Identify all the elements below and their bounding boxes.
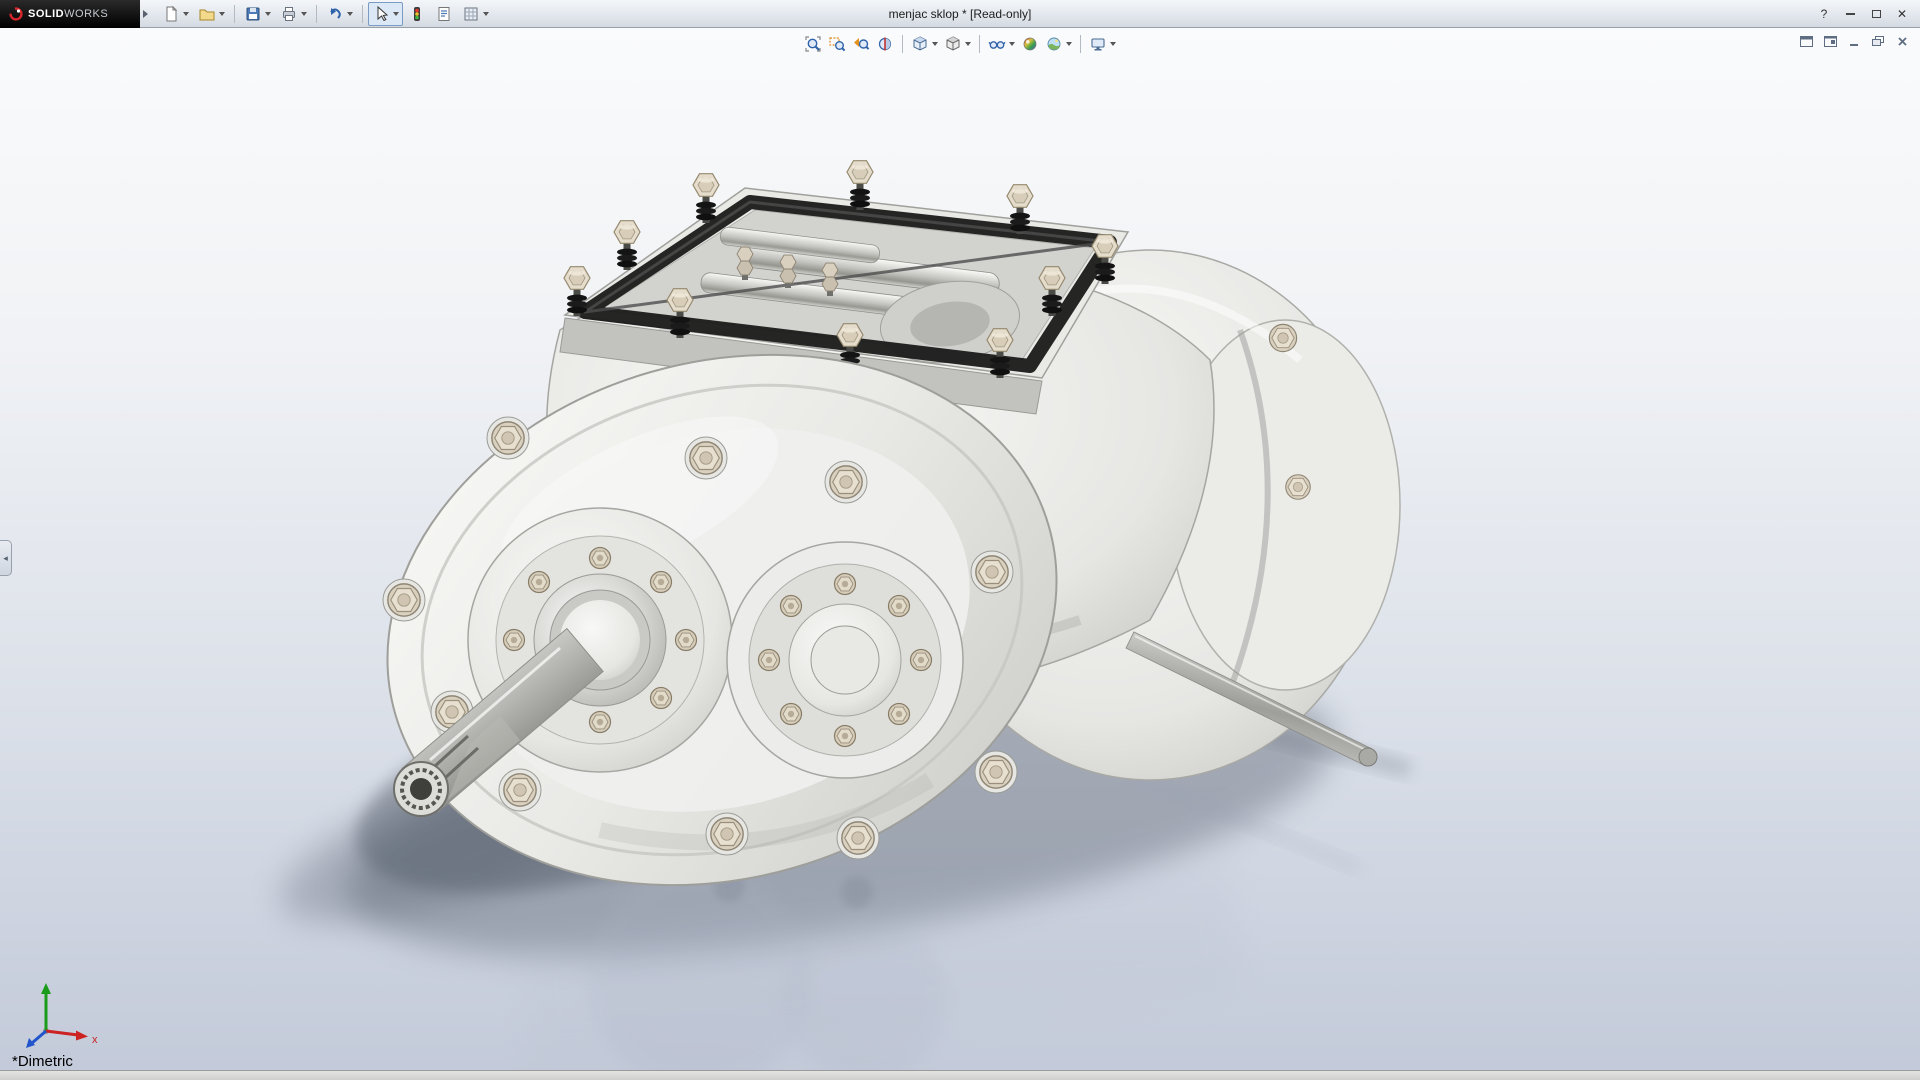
document-restore-icon (1872, 36, 1884, 47)
window-frame-button[interactable] (1796, 33, 1816, 49)
brand-text: SOLIDWORKS (28, 8, 108, 20)
hide-show-items-button[interactable] (986, 34, 1017, 54)
toolbar-separator (316, 5, 317, 23)
document-close-button[interactable] (1892, 33, 1912, 49)
output-bearing-flange (727, 542, 963, 778)
open-document-icon (198, 5, 216, 23)
view-settings-button[interactable] (1087, 34, 1118, 54)
document-close-icon (1897, 36, 1908, 47)
rebuild-button[interactable] (404, 2, 430, 26)
undo-icon (326, 5, 344, 23)
previous-view-icon (852, 35, 870, 53)
new-document-button[interactable] (158, 2, 193, 26)
display-style-button[interactable] (942, 34, 973, 54)
toolbar-separator (902, 35, 903, 53)
zoom-to-area-button[interactable] (826, 34, 848, 54)
section-view-icon (876, 35, 894, 53)
title-bar: SOLIDWORKS (0, 0, 1920, 28)
minimize-button[interactable] (1838, 4, 1862, 24)
display-style-cube-icon (944, 35, 962, 53)
toolbar-separator (979, 35, 980, 53)
window-frame-alt-icon (1824, 36, 1837, 47)
window-frame-icon (1800, 36, 1813, 47)
toolbar-separator (1080, 35, 1081, 53)
maximize-icon (1872, 10, 1881, 18)
window-frame-alt-button[interactable] (1820, 33, 1840, 49)
graphics-area[interactable]: ◂ x *Dimetric (0, 28, 1920, 1070)
rebuild-traffic-light-icon (408, 5, 426, 23)
options-button[interactable] (458, 2, 493, 26)
help-button[interactable]: ? (1812, 4, 1836, 24)
undo-button[interactable] (322, 2, 357, 26)
triad-x-axis (46, 1031, 78, 1035)
triad-x-label: x (92, 1034, 98, 1046)
zoom-to-fit-icon (804, 35, 822, 53)
edit-appearance-button[interactable] (1019, 34, 1041, 54)
headsup-view-toolbar (798, 32, 1122, 56)
menu-flyout-arrow[interactable] (140, 0, 150, 28)
window-title: menjac sklop * [Read-only] (889, 7, 1032, 21)
gearbox-model[interactable] (0, 28, 1920, 1070)
previous-view-button[interactable] (850, 34, 872, 54)
document-minimize-icon (1849, 36, 1860, 47)
triad-z-axis (32, 1031, 46, 1043)
document-restore-button[interactable] (1868, 33, 1888, 49)
new-document-icon (162, 5, 180, 23)
select-tool-button[interactable] (368, 2, 403, 26)
view-orientation-cube-icon (911, 35, 929, 53)
zoom-to-fit-button[interactable] (802, 34, 824, 54)
file-properties-button[interactable] (431, 2, 457, 26)
select-cursor-icon (372, 5, 390, 23)
view-orientation-label: *Dimetric (12, 1053, 73, 1070)
document-minimize-button[interactable] (1844, 33, 1864, 49)
minimize-icon (1846, 13, 1855, 15)
solidworks-logo: SOLIDWORKS (0, 0, 140, 28)
window-controls: ? ✕ (1812, 4, 1920, 24)
section-view-button[interactable] (874, 34, 896, 54)
toolbar-separator (362, 5, 363, 23)
print-button[interactable] (276, 2, 311, 26)
scene-ball-icon (1045, 35, 1063, 53)
open-document-button[interactable] (194, 2, 229, 26)
options-grid-icon (462, 5, 480, 23)
save-icon (244, 5, 262, 23)
appearance-ball-icon (1021, 35, 1039, 53)
apply-scene-button[interactable] (1043, 34, 1074, 54)
status-bar (0, 1070, 1920, 1080)
dassault-emblem-icon (8, 6, 24, 22)
hide-show-glasses-icon (988, 35, 1006, 53)
toolbar-separator (234, 5, 235, 23)
file-properties-icon (435, 5, 453, 23)
zoom-to-area-icon (828, 35, 846, 53)
maximize-button[interactable] (1864, 4, 1888, 24)
print-icon (280, 5, 298, 23)
save-button[interactable] (240, 2, 275, 26)
reference-triad: x (12, 973, 104, 1056)
view-settings-monitor-icon (1089, 35, 1107, 53)
view-orientation-button[interactable] (909, 34, 940, 54)
document-window-controls (1796, 33, 1912, 49)
main-toolbar (150, 2, 493, 26)
close-button[interactable]: ✕ (1890, 4, 1914, 24)
feature-panel-collapse-tab[interactable]: ◂ (0, 540, 12, 576)
